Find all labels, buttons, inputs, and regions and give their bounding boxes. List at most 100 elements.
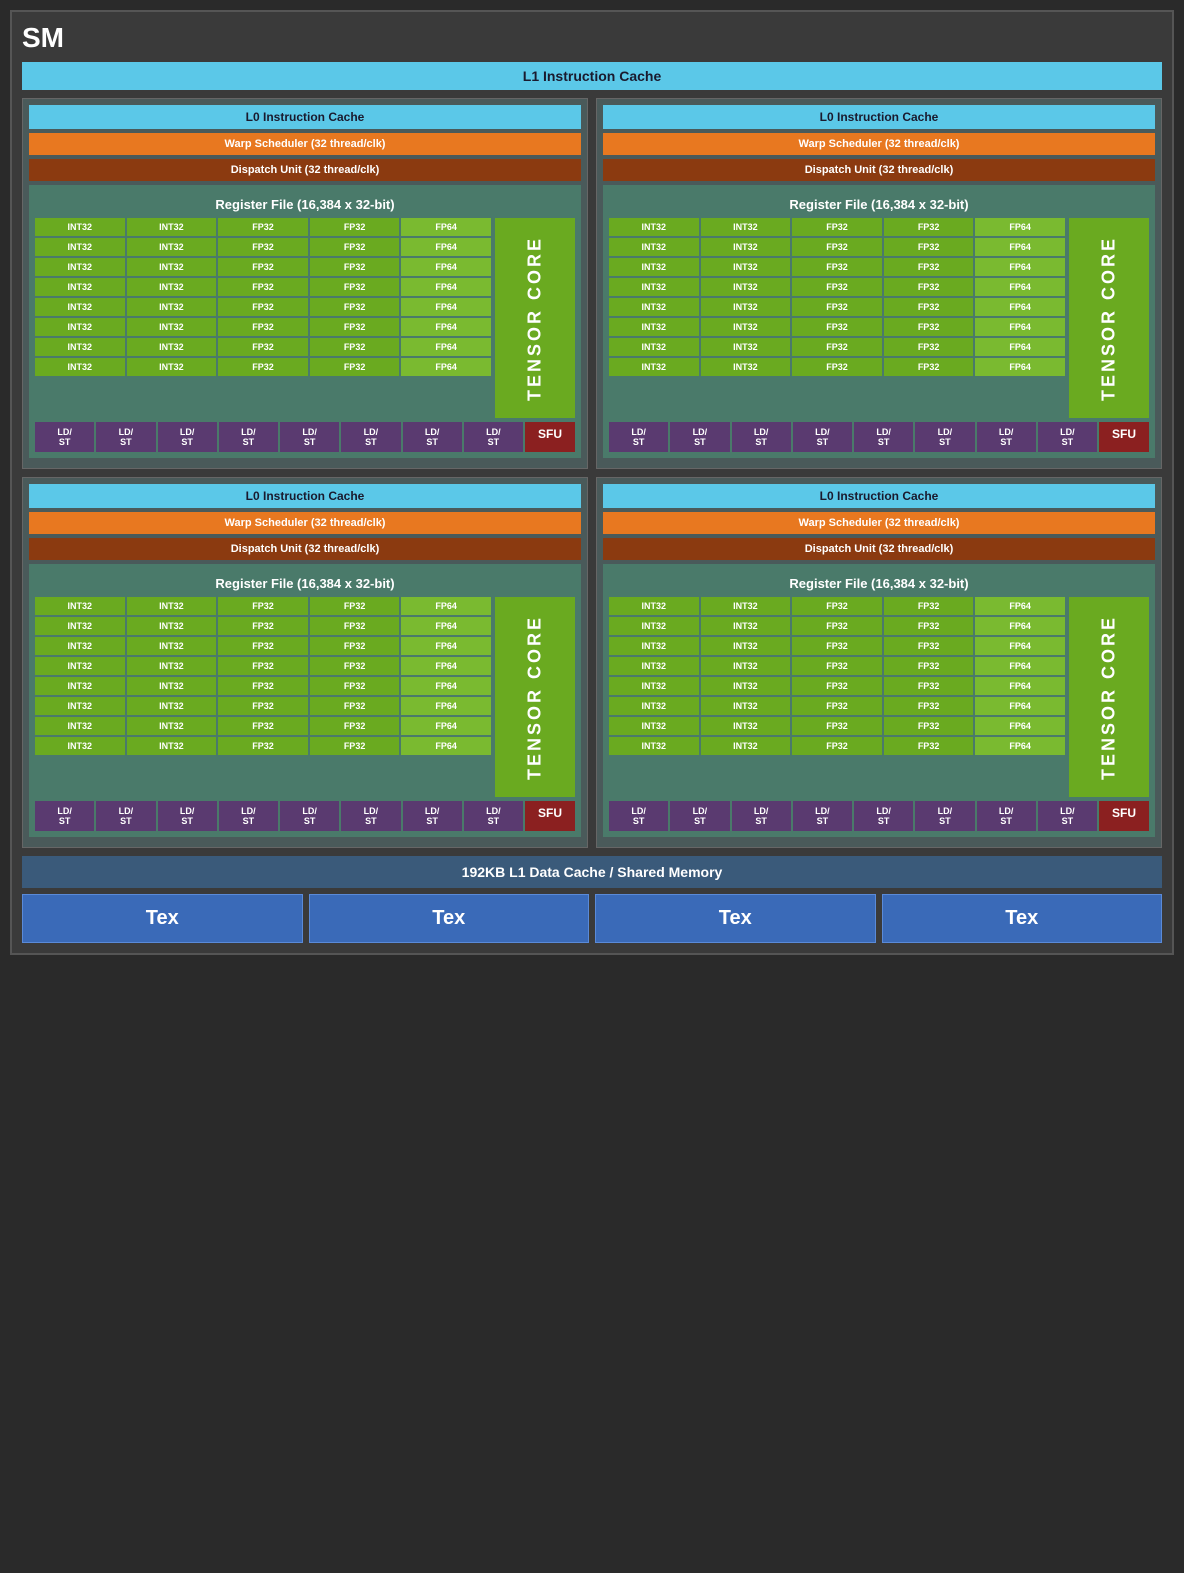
q0-sfu: SFU xyxy=(525,422,575,452)
int32-cell: INT32 xyxy=(701,617,791,635)
int32-cell: INT32 xyxy=(701,278,791,296)
ld-st-cell: LD/ST xyxy=(793,422,852,452)
ld-st-cell: LD/ST xyxy=(158,801,217,831)
fp64-cell: FP64 xyxy=(401,338,491,356)
q1-register-file-label: Register File (16,384 x 32-bit) xyxy=(609,191,1149,218)
quadrant-2: L0 Instruction Cache Warp Scheduler (32 … xyxy=(22,477,588,848)
fp32-cell: FP32 xyxy=(792,737,882,755)
fp64-cell: FP64 xyxy=(401,737,491,755)
q2-cores-tensor-row: INT32 INT32 FP32 FP32 FP64 INT32 INT32 F… xyxy=(35,597,575,797)
ld-st-cell: LD/ST xyxy=(854,422,913,452)
tex-cell-1: Tex xyxy=(309,894,590,943)
fp32-cell: FP32 xyxy=(218,318,308,336)
int32-cell: INT32 xyxy=(701,677,791,695)
int32-cell: INT32 xyxy=(35,677,125,695)
int32-cell: INT32 xyxy=(127,597,217,615)
int32-cell: INT32 xyxy=(127,278,217,296)
fp64-cell: FP64 xyxy=(401,358,491,376)
table-row: INT32 INT32 FP32 FP32 FP64 xyxy=(609,737,1065,755)
q1-ld-st-row: LD/ST LD/ST LD/ST LD/ST LD/ST LD/ST LD/S… xyxy=(609,422,1149,452)
int32-cell: INT32 xyxy=(127,737,217,755)
table-row: INT32 INT32 FP32 FP32 FP64 xyxy=(609,338,1065,356)
fp32-cell: FP32 xyxy=(310,278,400,296)
q2-warp-scheduler: Warp Scheduler (32 thread/clk) xyxy=(29,512,581,534)
fp64-cell: FP64 xyxy=(975,657,1065,675)
int32-cell: INT32 xyxy=(127,338,217,356)
q1-tensor-core: TENSOR CORE xyxy=(1069,218,1149,418)
q0-cores-tensor-row: INT32 INT32 FP32 FP32 FP64 INT32 INT32 F… xyxy=(35,218,575,418)
q3-register-file-label: Register File (16,384 x 32-bit) xyxy=(609,570,1149,597)
fp32-cell: FP32 xyxy=(792,218,882,236)
fp32-cell: FP32 xyxy=(792,657,882,675)
table-row: INT32 INT32 FP32 FP32 FP64 xyxy=(35,657,491,675)
ld-st-cell: LD/ST xyxy=(403,422,462,452)
int32-cell: INT32 xyxy=(35,657,125,675)
ld-st-cell: LD/ST xyxy=(341,801,400,831)
fp32-cell: FP32 xyxy=(218,278,308,296)
fp32-cell: FP32 xyxy=(792,338,882,356)
ld-st-cell: LD/ST xyxy=(670,422,729,452)
fp32-cell: FP32 xyxy=(310,358,400,376)
int32-cell: INT32 xyxy=(127,677,217,695)
int32-cell: INT32 xyxy=(609,278,699,296)
int32-cell: INT32 xyxy=(701,218,791,236)
fp32-cell: FP32 xyxy=(792,238,882,256)
fp32-cell: FP32 xyxy=(884,717,974,735)
ld-st-cell: LD/ST xyxy=(915,801,974,831)
ld-st-cell: LD/ST xyxy=(35,422,94,452)
int32-cell: INT32 xyxy=(609,358,699,376)
tex-row: Tex Tex Tex Tex xyxy=(22,894,1162,943)
q2-l0-cache: L0 Instruction Cache xyxy=(29,484,581,508)
int32-cell: INT32 xyxy=(609,218,699,236)
fp32-cell: FP32 xyxy=(218,338,308,356)
int32-cell: INT32 xyxy=(127,697,217,715)
int32-cell: INT32 xyxy=(609,318,699,336)
q0-dispatch-unit: Dispatch Unit (32 thread/clk) xyxy=(29,159,581,181)
int32-cell: INT32 xyxy=(609,677,699,695)
ld-st-cell: LD/ST xyxy=(609,801,668,831)
table-row: INT32 INT32 FP32 FP32 FP64 xyxy=(35,677,491,695)
table-row: INT32 INT32 FP32 FP32 FP64 xyxy=(35,597,491,615)
int32-cell: INT32 xyxy=(609,697,699,715)
int32-cell: INT32 xyxy=(609,717,699,735)
fp32-cell: FP32 xyxy=(884,637,974,655)
fp32-cell: FP32 xyxy=(792,637,882,655)
fp64-cell: FP64 xyxy=(975,637,1065,655)
fp32-cell: FP32 xyxy=(792,318,882,336)
int32-cell: INT32 xyxy=(35,737,125,755)
int32-cell: INT32 xyxy=(609,617,699,635)
fp32-cell: FP32 xyxy=(218,657,308,675)
q3-register-file-area: Register File (16,384 x 32-bit) INT32 IN… xyxy=(603,564,1155,837)
int32-cell: INT32 xyxy=(701,737,791,755)
fp32-cell: FP32 xyxy=(218,677,308,695)
fp64-cell: FP64 xyxy=(975,717,1065,735)
fp32-cell: FP32 xyxy=(884,318,974,336)
ld-st-cell: LD/ST xyxy=(670,801,729,831)
fp64-cell: FP64 xyxy=(975,298,1065,316)
fp32-cell: FP32 xyxy=(310,338,400,356)
int32-cell: INT32 xyxy=(609,338,699,356)
int32-cell: INT32 xyxy=(127,358,217,376)
fp32-cell: FP32 xyxy=(792,697,882,715)
ld-st-cell: LD/ST xyxy=(1038,801,1097,831)
l1-instruction-cache: L1 Instruction Cache xyxy=(22,62,1162,90)
int32-cell: INT32 xyxy=(127,657,217,675)
table-row: INT32 INT32 FP32 FP32 FP64 xyxy=(609,278,1065,296)
ld-st-cell: LD/ST xyxy=(403,801,462,831)
table-row: INT32 INT32 FP32 FP32 FP64 xyxy=(35,278,491,296)
ld-st-cell: LD/ST xyxy=(977,801,1036,831)
q0-cores-grid: INT32 INT32 FP32 FP32 FP64 INT32 INT32 F… xyxy=(35,218,491,418)
int32-cell: INT32 xyxy=(35,318,125,336)
fp32-cell: FP32 xyxy=(218,637,308,655)
fp32-cell: FP32 xyxy=(310,657,400,675)
fp32-cell: FP32 xyxy=(218,717,308,735)
int32-cell: INT32 xyxy=(35,338,125,356)
q0-register-file-label: Register File (16,384 x 32-bit) xyxy=(35,191,575,218)
fp32-cell: FP32 xyxy=(884,697,974,715)
int32-cell: INT32 xyxy=(35,597,125,615)
fp32-cell: FP32 xyxy=(884,278,974,296)
fp32-cell: FP32 xyxy=(884,358,974,376)
int32-cell: INT32 xyxy=(701,298,791,316)
fp32-cell: FP32 xyxy=(310,218,400,236)
int32-cell: INT32 xyxy=(701,338,791,356)
